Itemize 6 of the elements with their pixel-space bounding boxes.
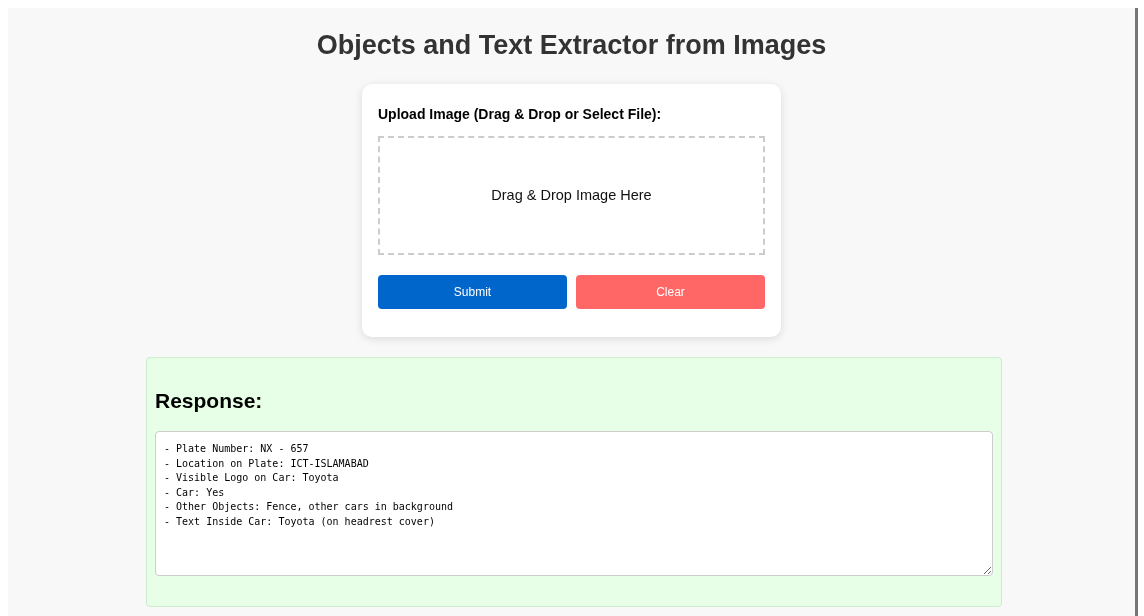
response-textarea[interactable]: - Plate Number: NX - 657 - Location on Plate: ICT-ISLAMABAD - Visible Logo on Car: Toyota - Car: Yes - Other Objects: Fence, other cars in background - Text Inside Car: Toyota (on headrest cover) (155, 431, 993, 577)
page-title: Objects and Text Extractor from Images (315, 29, 828, 62)
response-heading: Response: (155, 388, 263, 414)
drop-zone[interactable]: Drag & Drop Image Here (378, 136, 765, 255)
upload-label: Upload Image (Drag & Drop or Select File): (378, 105, 662, 124)
submit-button[interactable]: Submit (378, 275, 567, 309)
